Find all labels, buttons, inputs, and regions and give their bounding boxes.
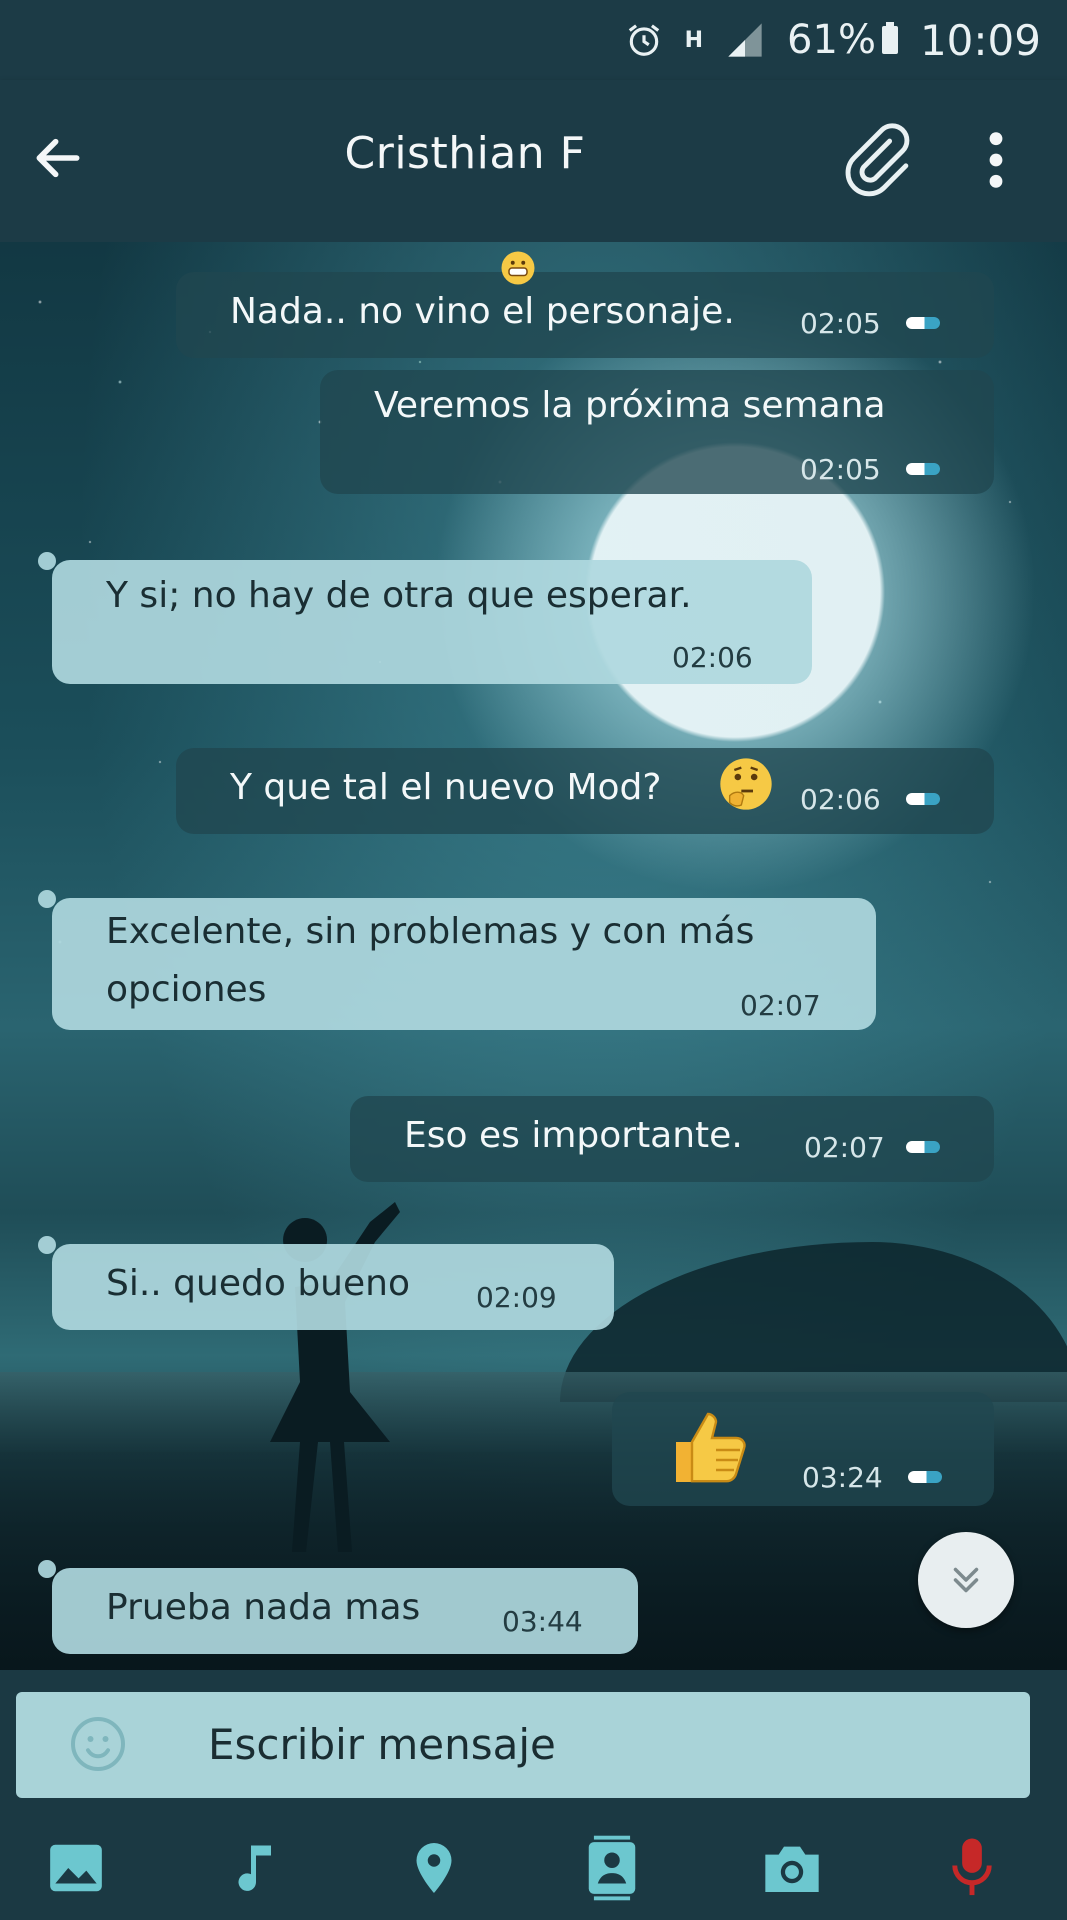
emoji-picker-icon[interactable] — [68, 1714, 128, 1774]
message-text: Nada.. no vino el personaje. — [230, 291, 735, 332]
battery-icon — [881, 22, 898, 54]
read-receipt-icon — [908, 1471, 942, 1483]
message-time: 02:05 — [800, 453, 881, 486]
message-time: 02:05 — [800, 307, 881, 340]
message-time: 02:07 — [740, 989, 821, 1022]
overflow-menu-icon[interactable] — [978, 128, 1014, 192]
double-chevron-down-icon — [953, 1567, 979, 1593]
message-input[interactable]: Escribir mensaje — [16, 1692, 1030, 1798]
attachment-toolbar — [0, 1818, 1067, 1920]
clock: 10:09 — [919, 15, 1041, 65]
paperclip-icon[interactable] — [836, 118, 914, 200]
message-time: 02:07 — [804, 1131, 885, 1164]
battery: 61% — [787, 17, 898, 63]
silhouette-figure — [270, 1202, 400, 1552]
scroll-to-bottom-button[interactable] — [918, 1532, 1014, 1628]
alarm-icon — [625, 21, 663, 59]
message-text: opciones — [106, 969, 267, 1010]
message-bubble[interactable]: Si.. quedo bueno 02:09 — [52, 1244, 614, 1330]
message-time: 03:24 — [802, 1461, 883, 1494]
read-receipt-icon — [906, 1141, 940, 1153]
message-text: Veremos la próxima semana — [374, 385, 886, 426]
message-time: 02:09 — [476, 1281, 557, 1314]
bubble-tail — [38, 890, 56, 908]
signal-icon — [725, 20, 765, 60]
message-input-placeholder: Escribir mensaje — [208, 1720, 556, 1769]
message-time: 02:06 — [672, 641, 753, 674]
message-text: Y si; no hay de otra que esperar. — [106, 575, 692, 616]
read-receipt-icon — [906, 793, 940, 805]
message-time: 02:06 — [800, 783, 881, 816]
message-bubble[interactable]: Eso es importante. 02:07 — [350, 1096, 994, 1182]
bubble-tail — [38, 552, 56, 570]
read-receipt-icon — [906, 317, 940, 329]
music-icon[interactable] — [220, 1832, 292, 1904]
bubble-tail — [38, 1236, 56, 1254]
battery-percent: 61% — [787, 17, 876, 63]
network-h-icon: H — [684, 27, 704, 53]
bubble-tail — [38, 1560, 56, 1578]
message-bubble[interactable]: Y que tal el nuevo Mod? 02:06 — [176, 748, 994, 834]
contact-icon[interactable] — [576, 1832, 648, 1904]
message-bubble[interactable]: Excelente, sin problemas y con más opcio… — [52, 898, 876, 1030]
camera-icon[interactable] — [756, 1832, 828, 1904]
status-bar: H 61% 10:09 — [0, 0, 1067, 80]
message-bubble[interactable]: Prueba nada mas 03:44 — [52, 1568, 638, 1654]
message-text: Prueba nada mas — [106, 1587, 421, 1628]
message-text: Eso es importante. — [404, 1115, 743, 1156]
gallery-icon[interactable] — [40, 1832, 112, 1904]
contact-name[interactable]: Cristhian F — [0, 128, 930, 179]
grinning-emoji — [501, 251, 535, 285]
message-text: Excelente, sin problemas y con más — [106, 911, 755, 952]
read-receipt-icon — [906, 463, 940, 475]
microphone-icon[interactable] — [936, 1832, 1008, 1904]
message-text: Si.. quedo bueno — [106, 1263, 410, 1304]
message-time: 03:44 — [502, 1605, 583, 1638]
thinking-face-emoji — [720, 758, 772, 810]
message-bubble[interactable]: Y si; no hay de otra que esperar. 02:06 — [52, 560, 812, 684]
message-text: Y que tal el nuevo Mod? — [230, 767, 662, 808]
chat-header: Cristhian F — [0, 80, 1067, 242]
message-bubble[interactable]: Nada.. no vino el personaje. 02:05 — [176, 272, 994, 358]
location-icon[interactable] — [398, 1832, 470, 1904]
message-bubble[interactable]: Veremos la próxima semana 02:05 — [320, 370, 994, 494]
thumbs-up-emoji — [676, 1412, 746, 1483]
